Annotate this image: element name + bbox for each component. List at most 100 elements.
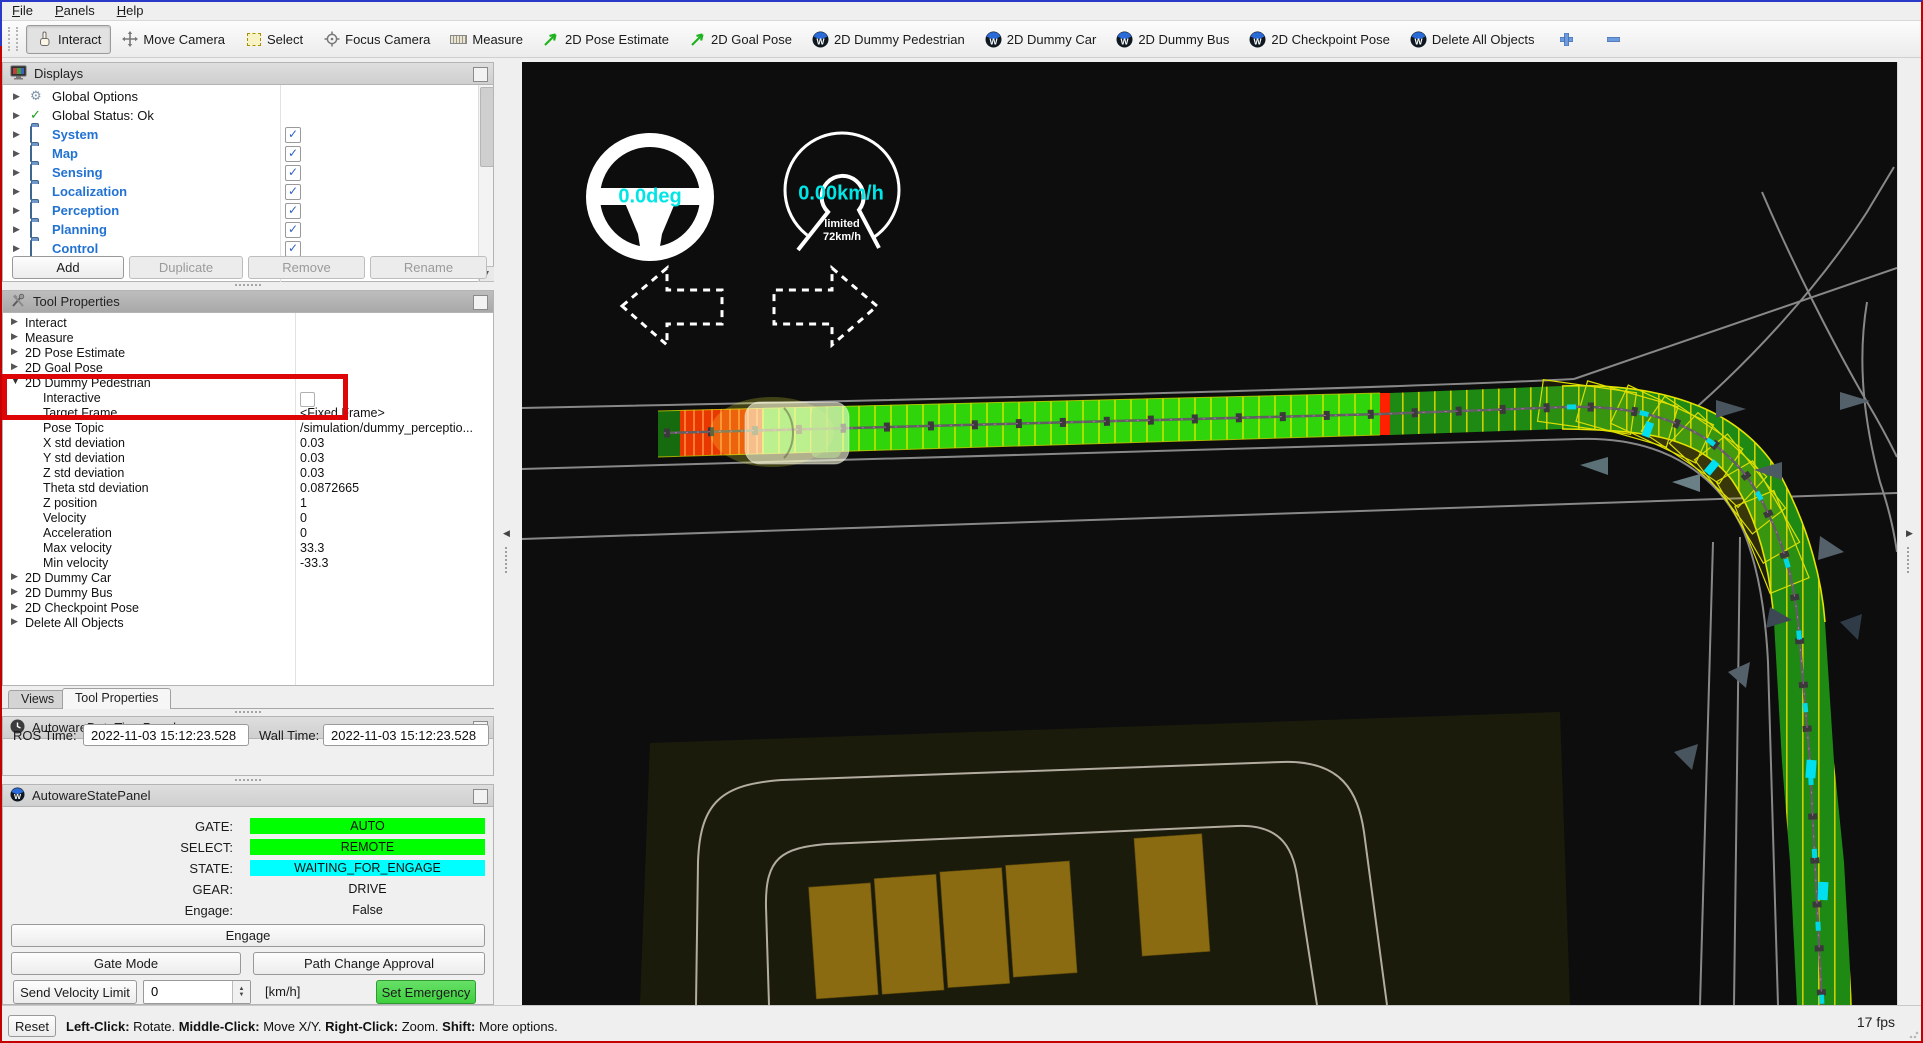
- tool-measure[interactable]: Measure: [440, 25, 533, 54]
- reset-button[interactable]: Reset: [8, 1015, 56, 1037]
- duplicate-display-button[interactable]: Duplicate: [129, 256, 243, 279]
- visibility-checkbox[interactable]: ✓: [285, 146, 301, 162]
- right-panel-splitter[interactable]: ▶: [1897, 62, 1922, 1005]
- toolprops-row-interactive[interactable]: Interactive: [3, 391, 493, 406]
- add-display-button[interactable]: Add: [12, 256, 124, 279]
- velocity-limit-spinner[interactable]: 0 ▲▼: [143, 980, 251, 1004]
- toolprops-row-x-std[interactable]: X std deviation0.03: [3, 436, 493, 451]
- displays-row-planning[interactable]: ▶ Planning ✓: [3, 220, 493, 239]
- menu-panels[interactable]: Panels: [55, 3, 95, 18]
- menu-file[interactable]: File: [12, 3, 33, 18]
- tab-views[interactable]: Views: [8, 690, 67, 708]
- panel-splitter[interactable]: [235, 711, 261, 713]
- menu-help[interactable]: Help: [117, 3, 144, 18]
- displays-row-localization[interactable]: ▶ Localization ✓: [3, 182, 493, 201]
- splitter-handle[interactable]: [1907, 547, 1909, 573]
- toolprops-row-y-std[interactable]: Y std deviation0.03: [3, 451, 493, 466]
- displays-scrollbar[interactable]: ▼: [478, 85, 493, 282]
- visibility-checkbox[interactable]: ✓: [285, 165, 301, 181]
- remove-tool-button[interactable]: [1595, 25, 1632, 54]
- displays-row-sensing[interactable]: ▶ Sensing ✓: [3, 163, 493, 182]
- expand-arrow-icon[interactable]: ▶: [13, 167, 20, 178]
- resize-grip[interactable]: [1909, 1029, 1919, 1039]
- toolprops-row-max-velocity[interactable]: Max velocity33.3: [3, 541, 493, 556]
- interactive-checkbox[interactable]: [300, 392, 315, 407]
- displays-float-button[interactable]: [473, 67, 488, 82]
- visibility-checkbox[interactable]: ✓: [285, 184, 301, 200]
- tool-2d-dummy-bus[interactable]: W 2D Dummy Bus: [1106, 25, 1239, 54]
- toolprops-row-delete-all-objects[interactable]: ▶Delete All Objects: [3, 616, 493, 631]
- displays-row-global-options[interactable]: ▶ ⚙ Global Options: [3, 87, 493, 106]
- toolprops-row-z-position[interactable]: Z position1: [3, 496, 493, 511]
- left-panel-splitter[interactable]: ◀: [494, 62, 522, 1005]
- expand-arrow-icon[interactable]: ▶: [11, 586, 18, 597]
- toolprops-row-interact[interactable]: ▶Interact: [3, 316, 493, 331]
- tool-move-camera[interactable]: Move Camera: [111, 25, 235, 54]
- toolprops-row-theta-std[interactable]: Theta std deviation0.0872665: [3, 481, 493, 496]
- expand-arrow-icon[interactable]: ▶: [13, 148, 20, 159]
- expand-arrow-icon[interactable]: ▶: [11, 616, 18, 627]
- toolprops-row-2d-goal-pose[interactable]: ▶2D Goal Pose: [3, 361, 493, 376]
- state-panel-header[interactable]: W AutowareStatePanel: [3, 785, 493, 807]
- expand-right-icon[interactable]: ▶: [1906, 528, 1913, 539]
- expand-arrow-icon[interactable]: ▶: [13, 91, 20, 102]
- expand-arrow-icon[interactable]: ▶: [11, 316, 18, 327]
- toolprops-row-velocity[interactable]: Velocity0: [3, 511, 493, 526]
- gate-mode-button[interactable]: Gate Mode: [11, 952, 241, 975]
- expand-arrow-icon[interactable]: ▶: [13, 129, 20, 140]
- expand-arrow-icon[interactable]: ▶: [11, 331, 18, 342]
- tool-2d-checkpoint-pose[interactable]: W 2D Checkpoint Pose: [1239, 25, 1400, 54]
- collapse-left-icon[interactable]: ◀: [503, 528, 510, 539]
- toolbar-drag-handle[interactable]: [8, 27, 18, 51]
- set-emergency-button[interactable]: Set Emergency: [376, 980, 476, 1004]
- toolprops-row-target-frame[interactable]: Target Frame<Fixed Frame>: [3, 406, 493, 421]
- toolprops-row-measure[interactable]: ▶Measure: [3, 331, 493, 346]
- visibility-checkbox[interactable]: ✓: [285, 203, 301, 219]
- ros-time-field[interactable]: 2022-11-03 15:12:23.528: [83, 724, 249, 746]
- tool-2d-pose-estimate[interactable]: 2D Pose Estimate: [533, 25, 679, 54]
- tool-2d-goal-pose[interactable]: 2D Goal Pose: [679, 25, 802, 54]
- expand-arrow-icon[interactable]: ▶: [13, 110, 20, 121]
- toolprops-row-z-std[interactable]: Z std deviation0.03: [3, 466, 493, 481]
- spinner-arrows-icon[interactable]: ▲▼: [232, 981, 250, 1003]
- tool-properties-header[interactable]: Tool Properties: [3, 291, 493, 313]
- scrollbar-thumb[interactable]: [480, 87, 494, 167]
- tab-tool-properties[interactable]: Tool Properties: [62, 688, 171, 709]
- toolprops-row-acceleration[interactable]: Acceleration0: [3, 526, 493, 541]
- expand-arrow-icon[interactable]: ▶: [13, 224, 20, 235]
- toolprops-row-pose-topic[interactable]: Pose Topic/simulation/dummy_perceptio...: [3, 421, 493, 436]
- rename-display-button[interactable]: Rename: [370, 256, 487, 279]
- toolprops-row-min-velocity[interactable]: Min velocity-33.3: [3, 556, 493, 571]
- displays-row-system[interactable]: ▶ System ✓: [3, 125, 493, 144]
- displays-row-global-status[interactable]: ▶ ✓ Global Status: Ok: [3, 106, 493, 125]
- visibility-checkbox[interactable]: ✓: [285, 241, 301, 257]
- 3d-viewport[interactable]: 0.0deg 0.00km/h limited 72km/h: [522, 62, 1897, 1005]
- state-float-button[interactable]: [473, 789, 488, 804]
- tool-2d-dummy-car[interactable]: W 2D Dummy Car: [975, 25, 1107, 54]
- expand-arrow-icon[interactable]: ▶: [11, 361, 18, 372]
- expand-arrow-icon[interactable]: ▶: [13, 186, 20, 197]
- expand-arrow-icon[interactable]: ▶: [13, 205, 20, 216]
- toolprops-row-2d-checkpoint-pose[interactable]: ▶2D Checkpoint Pose: [3, 601, 493, 616]
- send-velocity-limit-button[interactable]: Send Velocity Limit: [13, 980, 137, 1004]
- collapse-arrow-icon[interactable]: ▼: [11, 376, 20, 386]
- panel-splitter[interactable]: [235, 284, 261, 286]
- displays-panel-header[interactable]: Displays: [3, 63, 493, 85]
- toolprops-row-2d-dummy-car[interactable]: ▶2D Dummy Car: [3, 571, 493, 586]
- tool-2d-dummy-pedestrian[interactable]: W 2D Dummy Pedestrian: [802, 25, 975, 54]
- expand-arrow-icon[interactable]: ▶: [11, 601, 18, 612]
- toolprops-row-2d-dummy-bus[interactable]: ▶2D Dummy Bus: [3, 586, 493, 601]
- panel-splitter[interactable]: [235, 779, 261, 781]
- path-change-approval-button[interactable]: Path Change Approval: [253, 952, 485, 975]
- visibility-checkbox[interactable]: ✓: [285, 222, 301, 238]
- remove-display-button[interactable]: Remove: [248, 256, 365, 279]
- tool-select[interactable]: Select: [235, 25, 313, 54]
- expand-arrow-icon[interactable]: ▶: [11, 571, 18, 582]
- tool-properties-float-button[interactable]: [473, 295, 488, 310]
- splitter-handle[interactable]: [505, 547, 507, 573]
- displays-row-map[interactable]: ▶ Map ✓: [3, 144, 493, 163]
- add-tool-button[interactable]: [1548, 25, 1585, 54]
- tool-focus-camera[interactable]: Focus Camera: [313, 25, 440, 54]
- engage-button[interactable]: Engage: [11, 924, 485, 947]
- displays-row-perception[interactable]: ▶ Perception ✓: [3, 201, 493, 220]
